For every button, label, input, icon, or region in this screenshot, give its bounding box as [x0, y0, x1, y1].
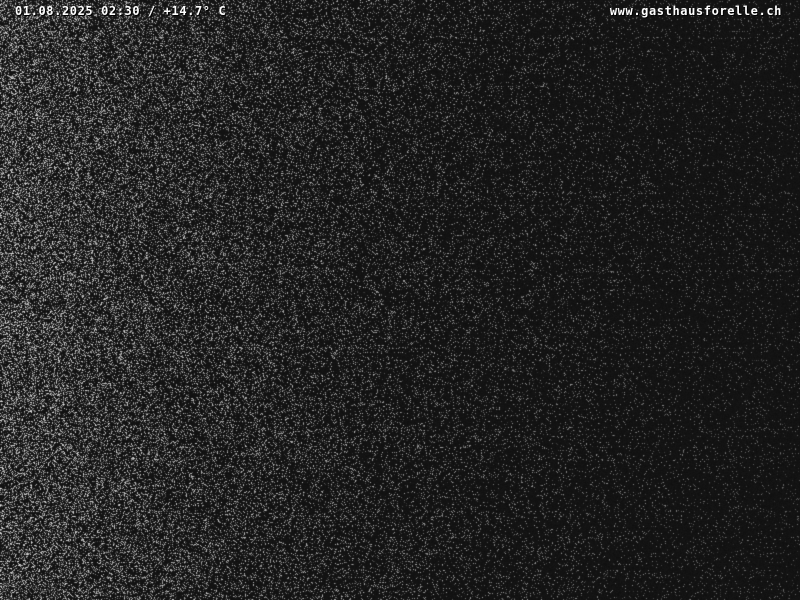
- webcam-frame: 01.08.2025 02:30 / +14.7° C www.gasthaus…: [0, 0, 800, 600]
- night-noise-image: [0, 0, 800, 600]
- website-watermark-text: www.gasthausforelle.ch: [609, 4, 782, 18]
- timestamp-temperature-overlay: 01.08.2025 02:30 / +14.7° C: [15, 4, 227, 18]
